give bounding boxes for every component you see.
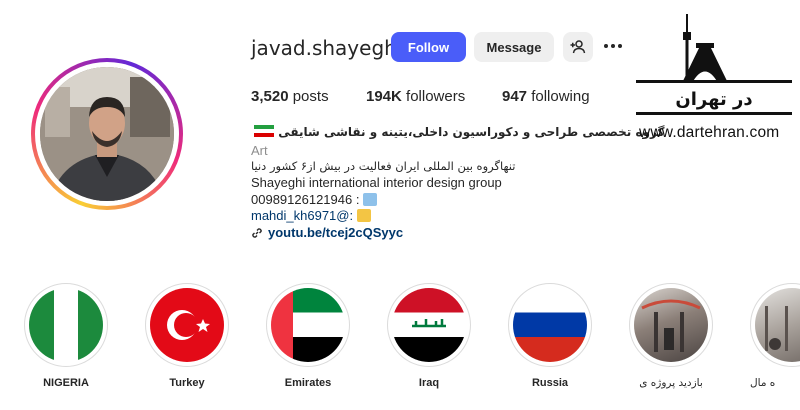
highlight-ring [387, 283, 471, 367]
following-stat[interactable]: 947 following [502, 88, 590, 105]
highlight-ring [508, 283, 592, 367]
avatar-photo [40, 67, 174, 201]
posts-count: 3,520 [251, 88, 289, 105]
bio-title-row: گروه تخصصی طراحی و دکوراسیون داخلی،یتینه… [251, 125, 664, 139]
lock-icon [356, 209, 371, 222]
russia-flag-icon [513, 288, 587, 362]
uae-flag-icon [271, 288, 345, 362]
highlight-label: Emirates [284, 377, 332, 389]
bio-mention[interactable]: mahdi_kh6971@: [251, 208, 353, 223]
highlight-russia[interactable]: Russia [508, 283, 592, 389]
highlight-ring [266, 283, 350, 367]
logo-website: www.dartehran.com [639, 124, 780, 141]
highlight-mall[interactable]: ه مال [750, 283, 800, 389]
add-user-button[interactable] [563, 32, 593, 62]
iraq-flag-icon [392, 288, 466, 362]
followers-stat[interactable]: 194K followers [366, 88, 465, 105]
profile-avatar[interactable] [31, 58, 183, 210]
logo-text: در تهران [675, 89, 752, 110]
followers-label: followers [406, 88, 466, 105]
project-photo [634, 288, 708, 362]
follow-button[interactable]: Follow [391, 32, 466, 62]
more-dot [618, 44, 622, 48]
following-label: following [531, 88, 590, 105]
bio-link[interactable]: youtu.be/tcej2cQSyyc [268, 225, 403, 240]
mall-photo [755, 288, 800, 362]
highlight-ring [750, 283, 800, 367]
bio-description-fa: تنهاگروه بین المللی ایران فعالیت در بیش … [251, 159, 516, 173]
following-count: 947 [502, 88, 528, 105]
turkey-crescent-icon [167, 310, 210, 340]
bio-mention-row[interactable]: mahdi_kh6971@: [251, 208, 371, 223]
bio-category: Art [251, 143, 268, 158]
bio-description-en: Shayeghi international interior design g… [251, 175, 502, 190]
mall-photo-illustration [765, 306, 788, 351]
highlight-ring [145, 283, 229, 367]
highlight-label: ه مال [750, 377, 776, 389]
bio-phone-row: 00989126121946 : [251, 192, 378, 207]
iraq-script-icon [412, 319, 446, 328]
nigeria-flag-icon [29, 288, 103, 362]
bio-link-row[interactable]: youtu.be/tcej2cQSyyc [251, 225, 403, 240]
add-user-icon [570, 40, 586, 54]
turkey-flag-icon [150, 288, 224, 362]
avatar-person-illustration [40, 67, 174, 201]
highlight-label: NIGERIA [43, 377, 89, 389]
posts-label: posts [292, 88, 329, 105]
bio-title: گروه تخصصی طراحی و دکوراسیون داخلی،یتینه… [278, 125, 665, 139]
highlight-label: Russia [531, 377, 569, 389]
highlight-label: بازدید پروژه ی [639, 377, 703, 389]
more-dot [611, 44, 615, 48]
avatar-border [35, 62, 179, 206]
project-photo-illustration [641, 299, 701, 352]
highlight-nigeria[interactable]: NIGERIA [24, 283, 108, 389]
link-icon [252, 227, 262, 238]
more-options-icon[interactable] [604, 38, 628, 54]
phone-icon [363, 193, 378, 206]
followers-count: 194K [366, 88, 402, 105]
bio-phone: 00989126121946 : [251, 192, 360, 207]
highlight-turkey[interactable]: Turkey [145, 283, 229, 389]
message-button[interactable]: Message [474, 32, 554, 62]
highlight-label: Iraq [418, 377, 440, 389]
posts-stat: 3,520 posts [251, 88, 329, 105]
profile-username: javad.shayeghi [251, 36, 403, 60]
highlight-iraq[interactable]: Iraq [387, 283, 471, 389]
more-dot [604, 44, 608, 48]
highlight-ring [629, 283, 713, 367]
iran-flag-icon [254, 125, 274, 137]
highlight-project-visit[interactable]: بازدید پروژه ی [629, 283, 713, 389]
highlight-label: Turkey [169, 377, 205, 389]
highlight-ring [24, 283, 108, 367]
highlight-emirates[interactable]: Emirates [266, 283, 350, 389]
